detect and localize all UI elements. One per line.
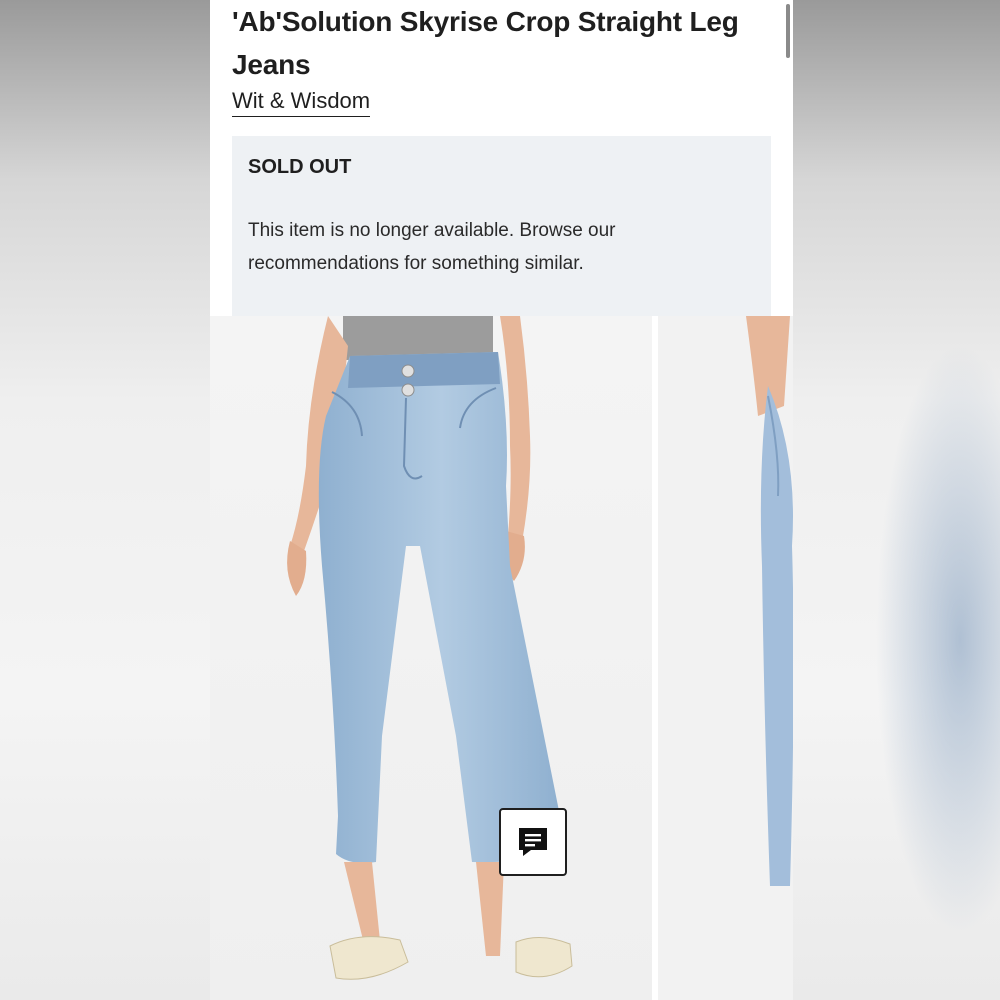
side-view-jeans-photo[interactable] [658,316,793,1000]
sold-out-notice: SOLD OUT This item is no longer availabl… [232,136,771,316]
image-gallery[interactable] [210,316,793,1000]
brand-link[interactable]: Wit & Wisdom [232,88,371,117]
sold-out-message: This item is no longer available. Browse… [248,220,616,274]
front-view-jeans-photo[interactable] [210,316,652,1000]
chat-icon [519,828,547,856]
sold-out-label: SOLD OUT [248,156,352,178]
product-title: 'Ab'Solution Skyrise Crop Straight Leg J… [232,6,739,80]
jeans-side-illustration [746,316,793,886]
scrollbar[interactable] [786,4,790,58]
chat-button[interactable] [499,808,567,876]
jeans-front-illustration [287,316,573,980]
